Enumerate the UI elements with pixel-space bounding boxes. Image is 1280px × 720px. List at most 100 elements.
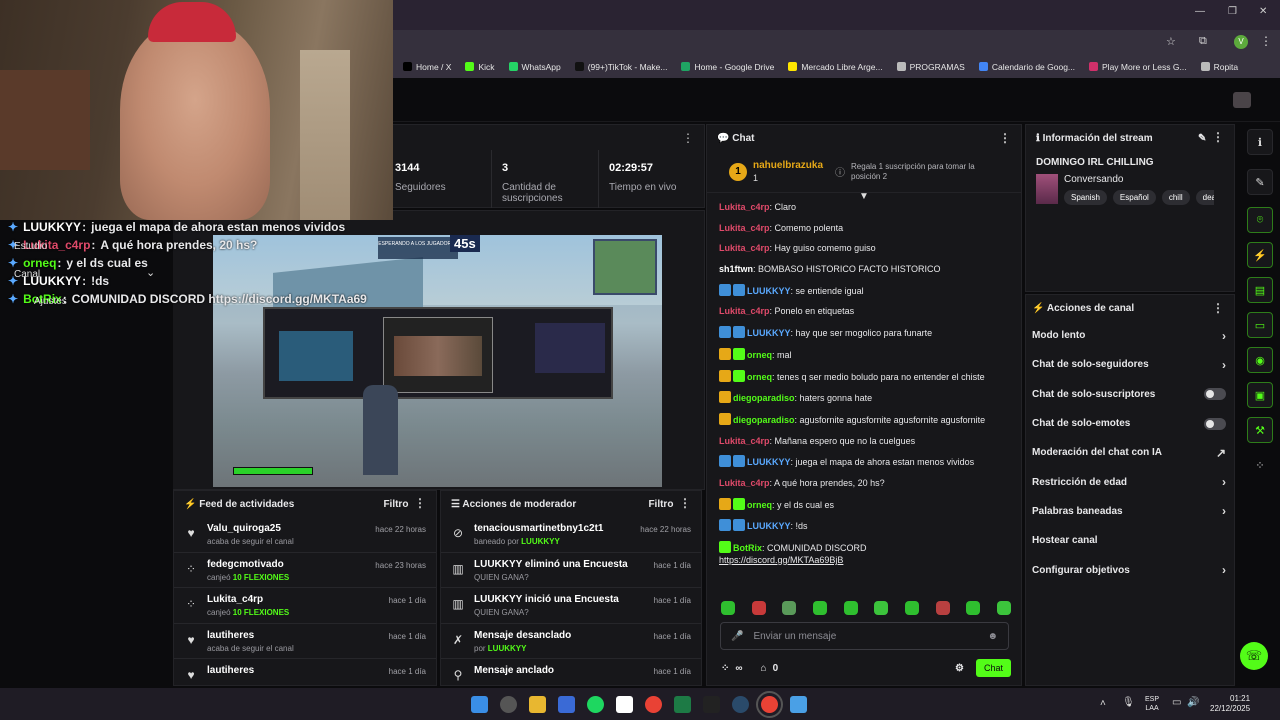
- chat-input[interactable]: 🎤 Enviar un mensaje ☻: [720, 622, 1009, 650]
- chat-message[interactable]: sh1ftwn: BOMBASO HISTORICO FACTO HISTORI…: [719, 263, 1009, 275]
- chat-message[interactable]: LUUKKYY: !ds: [719, 519, 1009, 532]
- tag[interactable]: Spanish: [1064, 190, 1107, 205]
- chevron-up-icon[interactable]: ˄: [1100, 698, 1106, 709]
- maximize-icon[interactable]: ❐: [1228, 6, 1237, 17]
- toggle-switch[interactable]: [1204, 388, 1226, 401]
- channel-action-row[interactable]: Chat de solo-suscriptores: [1026, 380, 1234, 409]
- emote-icon[interactable]: [751, 601, 766, 615]
- toggle-switch[interactable]: [1204, 417, 1226, 430]
- chat-username[interactable]: BotRix: [733, 543, 762, 553]
- bookmark-item[interactable]: Calendario de Goog...: [978, 62, 1075, 72]
- emote-icon[interactable]: [812, 601, 827, 615]
- chat-username[interactable]: Lukita_c4rp: [719, 478, 770, 488]
- feed-username[interactable]: Valu_quiroga25: [207, 523, 366, 534]
- chat-username[interactable]: orneq: [747, 500, 772, 510]
- chat-username[interactable]: Lukita_c4rp: [719, 306, 770, 316]
- close-icon[interactable]: ✕: [1259, 6, 1267, 17]
- chat-message[interactable]: LUUKKYY: se entiende igual: [719, 283, 1009, 297]
- chat-message[interactable]: orneq: y el ds cual es: [719, 497, 1009, 511]
- tag[interactable]: chill: [1161, 190, 1190, 205]
- info-circle-icon[interactable]: ℹ: [1247, 129, 1273, 155]
- excel-icon[interactable]: [674, 695, 691, 713]
- microphone-icon[interactable]: 🎤: [731, 631, 743, 642]
- menu-studio[interactable]: Estudio: [14, 241, 47, 252]
- info-menu-icon[interactable]: ⋮: [1212, 130, 1224, 144]
- chat-message[interactable]: Lukita_c4rp: Mañana espero que no la cue…: [719, 435, 1009, 447]
- broadcast-icon[interactable]: ◉: [1247, 347, 1273, 373]
- steam-icon[interactable]: [732, 695, 749, 713]
- browser-menu-icon[interactable]: ⋮: [1260, 34, 1272, 48]
- avatar[interactable]: [1233, 92, 1251, 108]
- category-thumbnail[interactable]: [1036, 174, 1058, 204]
- chat-username[interactable]: diegoparadiso: [733, 393, 795, 403]
- chevron-down-icon[interactable]: ⌄: [146, 266, 155, 279]
- chrome-active-icon[interactable]: [756, 690, 783, 718]
- language-indicator[interactable]: ESP LAA: [1145, 695, 1159, 713]
- bookmark-item[interactable]: Play More or Less G...: [1089, 62, 1187, 72]
- feed-filter-button[interactable]: Filtro: [383, 499, 408, 510]
- chrome-icon[interactable]: [645, 695, 662, 713]
- emote-icon[interactable]: [996, 601, 1011, 615]
- actions-menu-icon[interactable]: ⋮: [1212, 302, 1224, 314]
- chat-username[interactable]: orneq: [747, 350, 772, 360]
- feed-item[interactable]: ♥ Valu_quiroga25 acaba de seguir el canal h…: [174, 517, 436, 553]
- minimize-icon[interactable]: —: [1195, 6, 1205, 17]
- emote-icon[interactable]: [935, 601, 950, 615]
- moderator-action-item[interactable]: ▥ LUUKKYY eliminó una Encuesta QUIEN GANA?…: [441, 553, 701, 588]
- gift-icon[interactable]: ⌂: [761, 663, 767, 674]
- chat-message[interactable]: diegoparadiso: haters gonna hate: [719, 391, 1009, 404]
- feed-username[interactable]: lautiheres: [207, 630, 380, 641]
- channel-action-row[interactable]: Chat de solo-emotes: [1026, 409, 1234, 438]
- chat-message[interactable]: orneq: tenes q ser medio boludo para no …: [719, 369, 1009, 383]
- spotify-icon[interactable]: [587, 695, 604, 713]
- moderator-action-item[interactable]: ⊘ tenaciousmartinetbny1c2t1 baneado por LU…: [441, 517, 701, 553]
- chat-username[interactable]: orneq: [747, 372, 772, 382]
- feed-username[interactable]: lautiheres: [207, 665, 380, 676]
- chat-message[interactable]: BotRix: COMUNIDAD DISCORD https://discord…: [719, 541, 1009, 566]
- bookmark-item[interactable]: Home / X: [403, 62, 451, 72]
- clock[interactable]: 01:21 22/12/2025: [1210, 694, 1250, 714]
- epic-games-icon[interactable]: [703, 695, 720, 713]
- modact-filter-button[interactable]: Filtro: [648, 499, 673, 510]
- emote-icon[interactable]: [904, 601, 919, 615]
- feed-item[interactable]: ♥ lautiheres acaba de seguir el canal hace …: [174, 624, 436, 659]
- microphone-icon[interactable]: 🎙: [1122, 697, 1135, 708]
- chat-message[interactable]: LUUKKYY: hay que ser mogolico para funar…: [719, 326, 1009, 339]
- chat-bubble-icon[interactable]: ▭: [1247, 312, 1273, 338]
- channel-action-row[interactable]: Modo lento ›: [1026, 321, 1234, 350]
- chat-username[interactable]: LUUKKYY: [747, 286, 791, 296]
- emote-icon[interactable]: [843, 601, 858, 615]
- chat-message[interactable]: Lukita_c4rp: Claro: [719, 201, 1009, 213]
- bolt-icon[interactable]: ⚡: [1247, 242, 1273, 268]
- channel-action-row[interactable]: Restricción de edad ›: [1026, 467, 1234, 496]
- kick-points-icon[interactable]: ⁘: [721, 663, 729, 674]
- profile-avatar[interactable]: V: [1234, 35, 1248, 49]
- network-icon[interactable]: ▭: [1172, 697, 1181, 708]
- moderator-action-item[interactable]: ▥ LUUKKYY inició una Encuesta QUIEN GANA? h…: [441, 588, 701, 624]
- settings-gear-icon[interactable]: ⚙: [955, 663, 964, 674]
- star-icon[interactable]: ☆: [1166, 35, 1176, 48]
- chat-message[interactable]: LUUKKYY: juega el mapa de ahora estan me…: [719, 455, 1009, 468]
- tag[interactable]: deadbyd: [1195, 190, 1214, 205]
- chat-message[interactable]: orneq: mal: [719, 347, 1009, 361]
- feed-item[interactable]: ⁘ fedegcmotivado canjeó 10 FLEXIONES hace 2…: [174, 553, 436, 588]
- feed-username[interactable]: fedegcmotivado: [207, 559, 366, 570]
- file-explorer-icon[interactable]: [529, 695, 546, 713]
- extensions-icon[interactable]: ⧉: [1199, 35, 1207, 48]
- support-chat-icon[interactable]: ☏: [1240, 642, 1268, 670]
- bookmark-item[interactable]: PROGRAMAS: [896, 62, 965, 72]
- clip-icon[interactable]: ⌾: [1247, 207, 1273, 233]
- chat-message[interactable]: diegoparadiso: agusfornite agusfornite a…: [719, 412, 1009, 426]
- app-f-icon[interactable]: [790, 695, 807, 713]
- channel-action-row[interactable]: Hostear canal: [1026, 526, 1234, 555]
- kick-points-icon[interactable]: ⁘: [1247, 452, 1273, 478]
- channel-action-row[interactable]: Moderación del chat con IA ↗: [1026, 438, 1234, 467]
- chat-username[interactable]: Lukita_c4rp: [719, 223, 770, 233]
- channel-action-row[interactable]: Configurar objetivos ›: [1026, 555, 1234, 584]
- menu-settings[interactable]: Ajustes: [34, 296, 67, 307]
- emote-icon[interactable]: [721, 601, 735, 615]
- chat-username[interactable]: LUUKKYY: [747, 521, 791, 531]
- chat-message[interactable]: Lukita_c4rp: A qué hora prendes, 20 hs?: [719, 477, 1009, 489]
- tag[interactable]: Español: [1112, 190, 1156, 205]
- chat-menu-icon[interactable]: ⋮: [999, 132, 1011, 144]
